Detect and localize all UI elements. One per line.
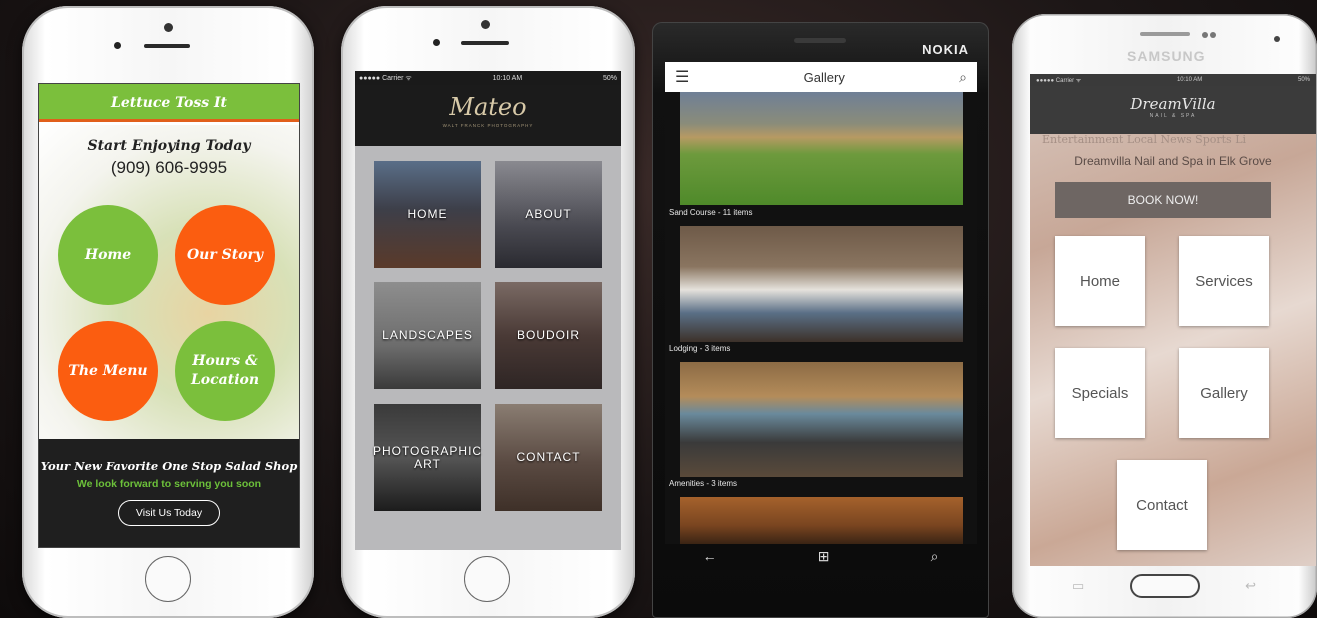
battery-label: 50%: [1297, 77, 1310, 83]
tile-photographic-art[interactable]: PHOTOGRAPHIC ART: [373, 404, 481, 511]
battery-label: 50%: [602, 74, 617, 82]
sensor-dot: [433, 39, 440, 46]
clock: 10:10 AM: [492, 74, 523, 82]
screen: ☰ Gallery ⌕ Sand Course - 11 items Lodgi…: [665, 62, 977, 544]
header: Mateo WALT FRANCK PHOTOGRAPHY: [355, 85, 621, 146]
gallery-caption: Amenities - 3 items: [669, 479, 738, 488]
sensor-dot: [114, 42, 121, 49]
earpiece-speaker: [461, 41, 509, 45]
logo-subtitle: WALT FRANCK PHOTOGRAPHY: [442, 123, 534, 128]
footer-subtext: We look forward to serving you soon: [76, 478, 262, 490]
tile-gallery[interactable]: Gallery: [1179, 348, 1269, 438]
footer-heading: Your New Favorite One Stop Salad Shop: [40, 459, 298, 473]
back-icon[interactable]: ↩: [1245, 578, 1256, 594]
tile-specials[interactable]: Specials: [1055, 348, 1145, 438]
logo-subtitle: NAIL & SPA: [1149, 113, 1197, 119]
hero-section: Start Enjoying Today (909) 606-9995 Home…: [39, 125, 299, 439]
screen-title: Gallery: [803, 69, 845, 85]
earpiece-speaker: [144, 44, 190, 48]
home-hardware-button[interactable]: [1129, 574, 1200, 598]
clock: 10:10 AM: [1176, 77, 1203, 83]
book-now-button[interactable]: BOOK NOW!: [1055, 182, 1271, 218]
carrier-label: ●●●●● Carrier ᯤ: [359, 74, 412, 82]
header: DreamVilla NAIL & SPA: [1030, 86, 1316, 134]
footer: Your New Favorite One Stop Salad Shop We…: [39, 439, 299, 547]
hours-location-button[interactable]: Hours & Location: [175, 321, 275, 421]
status-bar: ●●●●● Carrier ᯤ 10:10 AM 50%: [1030, 74, 1316, 86]
search-icon[interactable]: ⌕: [959, 69, 967, 86]
tile-about[interactable]: ABOUT: [495, 161, 602, 268]
logo: Mateo: [449, 93, 527, 121]
phone-nokia-gallery: NOKIA ☰ Gallery ⌕ Sand Course - 11 items…: [652, 22, 989, 618]
category-tabs[interactable]: Entertainment Local News Sports Li: [1042, 133, 1246, 146]
carrier-label: ●●●●● Carrier ᯤ: [1036, 78, 1082, 84]
home-button[interactable]: Home: [58, 205, 158, 305]
home-hardware-button[interactable]: [145, 556, 191, 602]
recent-apps-icon[interactable]: ▭: [1072, 578, 1084, 594]
tile-landscapes[interactable]: LANDSCAPES: [374, 282, 481, 389]
app-bar: ☰ Gallery ⌕: [665, 62, 977, 92]
tagline: Start Enjoying Today: [87, 138, 251, 154]
device-brand: NOKIA: [922, 42, 969, 57]
hamburger-menu-icon[interactable]: ☰: [675, 67, 689, 87]
screen: Lettuce Toss It Start Enjoying Today (90…: [38, 83, 300, 548]
menu-button[interactable]: The Menu: [58, 321, 158, 421]
front-camera: [164, 23, 173, 32]
tile-contact[interactable]: Contact: [1117, 460, 1207, 550]
front-camera: [1274, 36, 1280, 42]
logo: DreamVilla: [1130, 95, 1216, 113]
gallery-item-lodging[interactable]: [680, 226, 963, 342]
phone-lettuce-toss-it: Lettuce Toss It Start Enjoying Today (90…: [22, 6, 314, 618]
hardware-keys: ▭ ↩: [1030, 566, 1298, 606]
device-brand: SAMSUNG: [1127, 48, 1206, 64]
windows-start-icon[interactable]: ⊞: [818, 548, 830, 565]
tile-contact[interactable]: CONTACT: [495, 404, 602, 511]
front-camera: [481, 20, 490, 29]
earpiece-speaker: [794, 38, 846, 43]
phone-mateo: ●●●●● Carrier ᯤ 10:10 AM 50% Mateo WALT …: [341, 6, 635, 618]
status-bar: ●●●●● Carrier ᯤ 10:10 AM 50%: [355, 71, 621, 85]
gallery-item-partial[interactable]: [680, 497, 963, 544]
phone-number[interactable]: (909) 606-9995: [39, 158, 299, 178]
tile-boudoir[interactable]: BOUDOIR: [495, 282, 602, 389]
gallery-caption: Lodging - 3 items: [669, 344, 731, 353]
screen: ●●●●● Carrier ᯤ 10:10 AM 50% DreamVilla …: [1030, 74, 1316, 566]
tagline: Dreamvilla Nail and Spa in Elk Grove: [1074, 154, 1272, 168]
gallery-item-sand-course[interactable]: [680, 92, 963, 205]
our-story-button[interactable]: Our Story: [175, 205, 275, 305]
back-arrow-icon[interactable]: ←: [703, 548, 717, 564]
tile-home[interactable]: HOME: [374, 161, 481, 268]
tile-services[interactable]: Services: [1179, 236, 1269, 326]
sensor-dots: [1202, 32, 1222, 38]
search-icon[interactable]: ⌕: [931, 548, 939, 565]
screen: ●●●●● Carrier ᯤ 10:10 AM 50% Mateo WALT …: [355, 71, 621, 550]
tile-home[interactable]: Home: [1055, 236, 1145, 326]
navigation-bar: ← ⊞ ⌕: [652, 540, 989, 572]
gallery-caption: Sand Course - 11 items: [669, 208, 753, 217]
home-hardware-button[interactable]: [464, 556, 510, 602]
phone-dreamvilla: SAMSUNG ●●●●● Carrier ᯤ 10:10 AM 50% Dre…: [1012, 14, 1317, 618]
gallery-item-amenities[interactable]: [680, 362, 963, 477]
earpiece-speaker: [1140, 32, 1190, 36]
app-title: Lettuce Toss It: [39, 84, 299, 122]
visit-us-button[interactable]: Visit Us Today: [117, 500, 221, 526]
